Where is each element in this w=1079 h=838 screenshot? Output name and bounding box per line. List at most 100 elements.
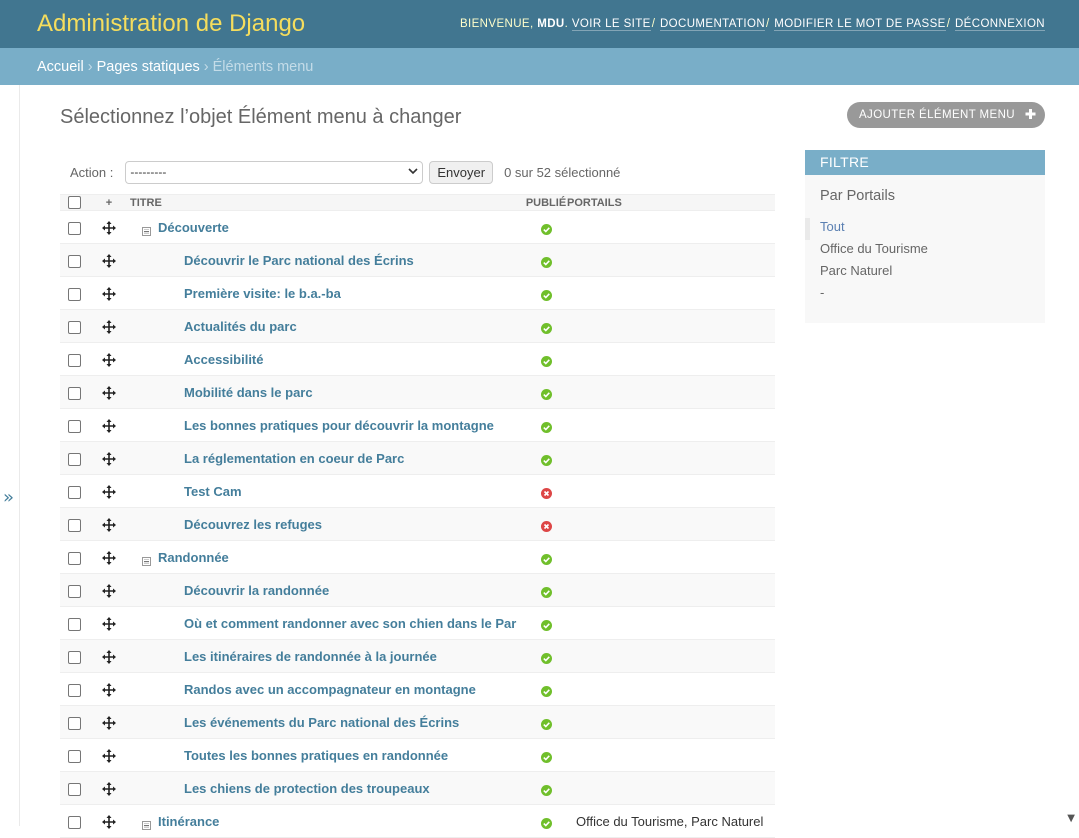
title-cell: Accessibilité	[130, 342, 525, 376]
move-handle-icon[interactable]	[102, 319, 116, 334]
menu-item-title-link[interactable]: Test Cam	[184, 484, 242, 499]
action-label: Action :	[70, 164, 114, 180]
row-checkbox[interactable]	[68, 584, 81, 598]
tree-collapse-icon[interactable]	[142, 818, 151, 830]
row-checkbox-cell	[60, 210, 88, 244]
menu-item-title-link[interactable]: Découvrez les refuges	[184, 517, 322, 532]
tree-collapse-icon[interactable]	[142, 224, 151, 236]
tree-collapse-icon[interactable]	[142, 554, 151, 566]
row-checkbox[interactable]	[68, 716, 81, 730]
row-checkbox-cell	[60, 771, 88, 805]
filter-option-parc-naturel[interactable]: Parc Naturel	[805, 262, 1045, 284]
row-checkbox[interactable]	[68, 353, 81, 367]
action-select[interactable]: ---------	[125, 160, 424, 184]
menu-item-title-link[interactable]: Découverte	[158, 220, 229, 235]
row-checkbox[interactable]	[68, 782, 81, 796]
move-handle-icon[interactable]	[102, 385, 116, 400]
actions-bar: Action : --------- Envoyer 0 sur 52 séle…	[60, 160, 775, 184]
row-checkbox[interactable]	[68, 419, 81, 433]
row-checkbox[interactable]	[68, 650, 81, 664]
logout-link[interactable]: Déconnexion	[954, 18, 1045, 31]
change-password-link[interactable]: Modifier le mot de passe	[774, 18, 946, 31]
documentation-link[interactable]: Documentation	[659, 18, 766, 31]
menu-item-title-link[interactable]: Actualités du parc	[184, 319, 297, 334]
move-handle-icon[interactable]	[102, 682, 116, 697]
table-row: Randonnée	[60, 540, 775, 574]
move-handle-icon[interactable]	[102, 748, 116, 763]
breadcrumb-pages-statiques[interactable]: Pages statiques	[97, 59, 200, 75]
select-all-checkbox[interactable]	[68, 196, 81, 209]
row-checkbox[interactable]	[68, 749, 81, 763]
menu-item-title-link[interactable]: Les itinéraires de randonnée à la journé…	[184, 649, 437, 664]
move-handle-icon[interactable]	[102, 649, 116, 664]
row-checkbox[interactable]	[68, 617, 81, 631]
filter-option-empty[interactable]: -	[805, 284, 1045, 306]
move-handle-icon[interactable]	[102, 352, 116, 367]
move-handle-icon[interactable]	[102, 814, 116, 829]
menu-item-title-link[interactable]: Les chiens de protection des troupeaux	[184, 781, 430, 796]
move-handle-icon[interactable]	[102, 616, 116, 631]
move-handle-icon[interactable]	[102, 253, 116, 268]
action-select-value: ---------	[130, 165, 167, 179]
move-handle-icon[interactable]	[102, 781, 116, 796]
published-yes-icon	[540, 322, 552, 334]
view-site-link[interactable]: Voir le site	[571, 18, 651, 31]
menu-item-title-link[interactable]: Les événements du Parc national des Écri…	[184, 715, 459, 730]
move-handle-icon[interactable]	[102, 715, 116, 730]
sidebar-toggle[interactable]: »	[0, 85, 20, 826]
menu-item-title-link[interactable]: Découvrir la randonnée	[184, 583, 329, 598]
menu-item-title-link[interactable]: Première visite: le b.a.-ba	[184, 286, 341, 301]
row-checkbox[interactable]	[68, 815, 81, 829]
menu-item-title-link[interactable]: Accessibilité	[184, 352, 264, 367]
filter-group-title: Par Portails	[820, 188, 895, 204]
title-cell: Les bonnes pratiques pour découvrir la m…	[130, 408, 525, 442]
title-cell: Mobilité dans le parc	[130, 375, 525, 409]
scroll-down-arrow-icon[interactable]: ▼	[1067, 813, 1075, 824]
site-branding[interactable]: Administration de Django	[37, 10, 305, 38]
portails-cell	[567, 738, 775, 772]
add-menu-item-button[interactable]: Ajouter Élément menu	[846, 102, 1045, 128]
move-handle-icon[interactable]	[102, 550, 116, 565]
menu-item-title-link[interactable]: Randonnée	[158, 550, 229, 565]
go-button[interactable]: Envoyer	[429, 160, 494, 184]
portails-column-header[interactable]: Portails	[567, 194, 775, 211]
move-handle-icon[interactable]	[102, 583, 116, 598]
double-chevron-right-icon[interactable]: »	[3, 487, 14, 508]
breadcrumb-home[interactable]: Accueil	[37, 59, 84, 75]
menu-item-title-link[interactable]: Toutes les bonnes pratiques en randonnée	[184, 748, 448, 763]
move-handle-icon[interactable]	[102, 517, 116, 532]
row-checkbox-cell	[60, 408, 88, 442]
row-checkbox[interactable]	[68, 386, 81, 400]
drag-column-header: +	[88, 194, 130, 211]
row-checkbox[interactable]	[68, 683, 81, 697]
filter-option-tout[interactable]: Tout	[805, 218, 1045, 240]
row-checkbox-cell	[60, 573, 88, 607]
row-checkbox[interactable]	[68, 254, 81, 268]
title-cell: Découverte	[130, 210, 525, 244]
row-checkbox[interactable]	[68, 452, 81, 466]
move-handle-icon[interactable]	[102, 484, 116, 499]
menu-item-title-link[interactable]: Itinérance	[158, 814, 219, 829]
move-handle-icon[interactable]	[102, 451, 116, 466]
row-checkbox[interactable]	[68, 551, 81, 565]
row-checkbox[interactable]	[68, 221, 81, 235]
menu-item-title-link[interactable]: Mobilité dans le parc	[184, 385, 313, 400]
row-checkbox[interactable]	[68, 320, 81, 334]
menu-item-title-link[interactable]: Où et comment randonner avec son chien d…	[184, 616, 516, 631]
title-column-header[interactable]: Titre	[130, 194, 525, 211]
portails-cell	[567, 342, 775, 376]
published-cell	[525, 606, 567, 640]
row-checkbox[interactable]	[68, 287, 81, 301]
move-handle-icon[interactable]	[102, 220, 116, 235]
title-cell: Découvrir la randonnée	[130, 573, 525, 607]
published-column-header[interactable]: Publié	[525, 194, 567, 211]
row-checkbox[interactable]	[68, 485, 81, 499]
row-checkbox[interactable]	[68, 518, 81, 532]
menu-item-title-link[interactable]: Randos avec un accompagnateur en montagn…	[184, 682, 476, 697]
filter-option-office-du-tourisme[interactable]: Office du Tourisme	[805, 240, 1045, 262]
menu-item-title-link[interactable]: Découvrir le Parc national des Écrins	[184, 253, 414, 268]
menu-item-title-link[interactable]: La réglementation en coeur de Parc	[184, 451, 404, 466]
menu-item-title-link[interactable]: Les bonnes pratiques pour découvrir la m…	[184, 418, 494, 433]
move-handle-icon[interactable]	[102, 286, 116, 301]
move-handle-icon[interactable]	[102, 418, 116, 433]
